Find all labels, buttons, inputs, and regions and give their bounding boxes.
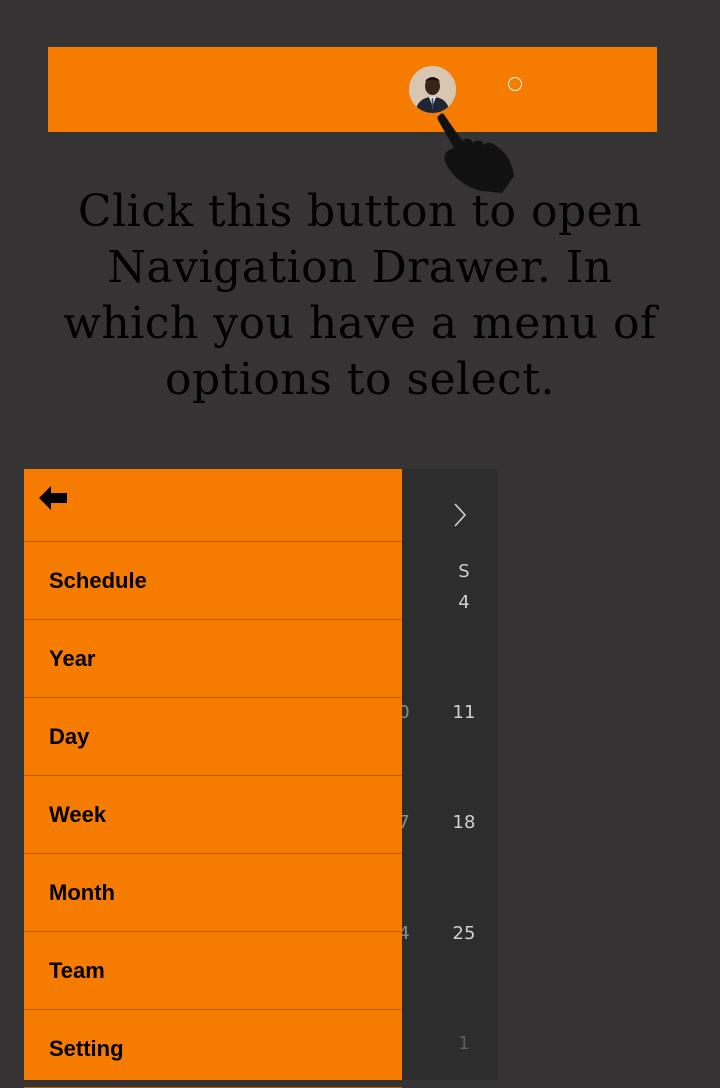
- drawer-header: [24, 469, 402, 542]
- drawer-item-month[interactable]: Month: [24, 854, 402, 932]
- instruction-text: Click this button to open Navigation Dra…: [63, 186, 657, 405]
- drawer-item-year[interactable]: Year: [24, 620, 402, 698]
- chevron-right-icon[interactable]: [452, 501, 470, 534]
- drawer-item-setting[interactable]: Setting: [24, 1010, 402, 1088]
- back-arrow-icon[interactable]: [38, 485, 68, 516]
- profile-avatar-button[interactable]: [409, 66, 456, 113]
- calendar-date[interactable]: 4: [449, 592, 479, 613]
- calendar-date[interactable]: 18: [449, 812, 479, 833]
- calendar-date[interactable]: 11: [449, 702, 479, 723]
- calendar-date[interactable]: 1: [449, 1033, 479, 1054]
- calendar-day-header: S: [458, 561, 470, 582]
- status-dot-icon: [508, 77, 522, 91]
- calendar-date[interactable]: 25: [449, 923, 479, 944]
- top-app-bar: [48, 47, 657, 132]
- avatar-image: [409, 66, 456, 113]
- drawer-item-day[interactable]: Day: [24, 698, 402, 776]
- drawer-item-team[interactable]: Team: [24, 932, 402, 1010]
- drawer-item-schedule[interactable]: Schedule: [24, 542, 402, 620]
- drawer-item-week[interactable]: Week: [24, 776, 402, 854]
- navigation-drawer: Schedule Year Day Week Month Team Settin…: [24, 469, 402, 1088]
